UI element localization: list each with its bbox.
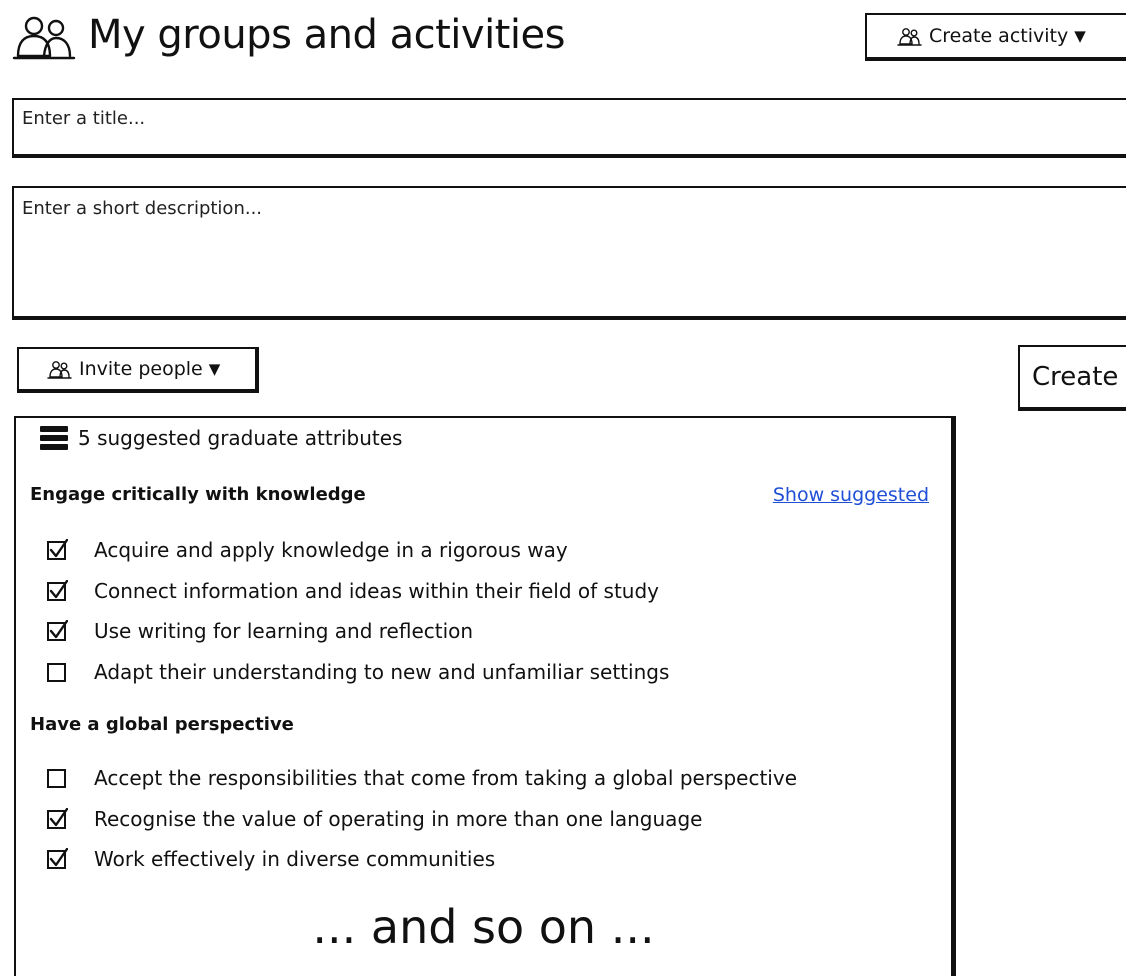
title-input[interactable]: Enter a title... <box>12 98 1126 158</box>
attribute-item-label: Connect information and ideas within the… <box>94 578 660 603</box>
graduate-attributes-panel: 5 suggested graduate attributes Engage c… <box>14 416 956 976</box>
create-button[interactable]: Create <box>1018 345 1126 411</box>
more-indicator: ... and so on ... <box>312 900 655 954</box>
attribute-item-label: Work effectively in diverse communities <box>94 847 496 871</box>
invite-people-button[interactable]: Invite people ▼ <box>17 347 259 393</box>
show-suggested-link[interactable]: Show suggested <box>773 484 929 506</box>
attributes-header-label: 5 suggested graduate attributes <box>78 426 403 450</box>
group-heading: Have a global perspective <box>30 714 294 735</box>
group-heading: Engage critically with knowledge <box>30 484 366 505</box>
create-activity-label: Create activity <box>929 25 1069 47</box>
checkbox-checked-icon[interactable] <box>46 620 68 642</box>
caret-down-icon: ▼ <box>1074 27 1086 45</box>
create-activity-button[interactable]: Create activity ▼ <box>865 13 1126 61</box>
invite-people-label: Invite people <box>79 358 203 380</box>
attribute-item-label: Adapt their understanding to new and unf… <box>94 659 670 684</box>
attribute-item-label: Accept the responsibilities that come fr… <box>94 766 797 790</box>
page-title: My groups and activities <box>88 12 565 58</box>
menu-icon <box>40 426 68 450</box>
people-icon <box>897 28 922 46</box>
attribute-item[interactable]: Accept the responsibilities that come fr… <box>46 762 797 794</box>
attribute-item[interactable]: Acquire and apply knowledge in a rigorou… <box>46 534 568 566</box>
title-placeholder: Enter a title... <box>22 108 146 129</box>
checkbox-unchecked-icon[interactable] <box>46 661 68 683</box>
people-icon <box>12 16 76 60</box>
description-placeholder: Enter a short description... <box>22 198 263 219</box>
people-icon <box>47 361 72 379</box>
description-input[interactable]: Enter a short description... <box>12 186 1126 320</box>
attribute-item[interactable]: Use writing for learning and reflection <box>46 615 473 647</box>
attribute-item-label: Use writing for learning and reflection <box>94 619 474 643</box>
create-button-label: Create <box>1032 362 1119 392</box>
attribute-item-label: Recognise the value of operating in more… <box>94 806 703 831</box>
caret-down-icon: ▼ <box>208 360 221 378</box>
attribute-item[interactable]: Adapt their understanding to new and unf… <box>46 656 669 688</box>
checkbox-checked-icon[interactable] <box>46 848 68 870</box>
checkbox-checked-icon[interactable] <box>46 539 68 561</box>
checkbox-checked-icon[interactable] <box>46 807 68 830</box>
attribute-item[interactable]: Work effectively in diverse communities <box>46 843 495 875</box>
attribute-item-label: Acquire and apply knowledge in a rigorou… <box>94 538 568 562</box>
checkbox-unchecked-icon[interactable] <box>46 767 68 789</box>
attribute-item[interactable]: Connect information and ideas within the… <box>46 575 659 607</box>
checkbox-checked-icon[interactable] <box>46 579 68 602</box>
attributes-header[interactable]: 5 suggested graduate attributes <box>40 426 402 450</box>
attribute-item[interactable]: Recognise the value of operating in more… <box>46 803 702 835</box>
